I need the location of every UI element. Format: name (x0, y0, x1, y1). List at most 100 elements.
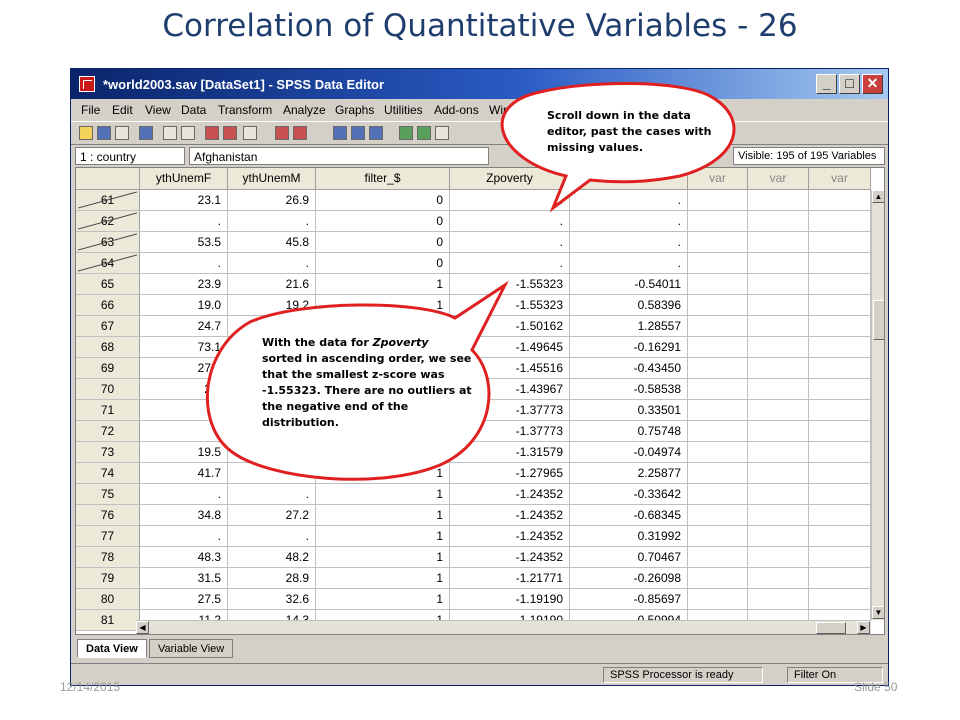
weight-cases-icon[interactable] (351, 126, 365, 140)
data-cell[interactable] (688, 547, 748, 568)
data-cell[interactable] (688, 211, 748, 232)
data-cell[interactable] (748, 211, 809, 232)
data-cell[interactable] (809, 505, 871, 526)
menu-window[interactable]: Window (489, 103, 532, 117)
vertical-scrollbar[interactable]: ▲ ▼ (871, 190, 884, 620)
data-cell[interactable]: -1.50162 (450, 316, 570, 337)
find-icon[interactable] (243, 126, 257, 140)
show-all-icon[interactable] (435, 126, 449, 140)
data-cell[interactable]: . (228, 211, 316, 232)
data-cell[interactable] (688, 337, 748, 358)
row-number[interactable]: 73 (76, 442, 140, 463)
data-cell[interactable] (688, 442, 748, 463)
window-titlebar[interactable]: *world2003.sav [DataSet1] - SPSS Data Ed… (71, 69, 888, 99)
data-cell[interactable]: . (140, 526, 228, 547)
data-cell[interactable]: 27.2 (228, 505, 316, 526)
column-header[interactable]: ythUnemF (140, 168, 228, 190)
undo-icon[interactable] (163, 126, 177, 140)
data-cell[interactable]: . (140, 211, 228, 232)
data-cell[interactable]: 1 (316, 589, 450, 610)
data-cell[interactable]: . (450, 190, 570, 211)
data-cell[interactable]: 53.5 (140, 232, 228, 253)
row-number[interactable]: 79 (76, 568, 140, 589)
row-number[interactable]: 62 (76, 211, 140, 232)
data-cell[interactable]: 1 (316, 568, 450, 589)
data-cell[interactable] (809, 190, 871, 211)
data-cell[interactable] (316, 442, 450, 463)
dialog-recall-icon[interactable] (139, 126, 153, 140)
row-number[interactable]: 69 (76, 358, 140, 379)
data-cell[interactable] (688, 274, 748, 295)
row-number[interactable]: 74 (76, 463, 140, 484)
data-cell[interactable]: 0.31992 (570, 526, 688, 547)
data-cell[interactable] (688, 484, 748, 505)
column-header[interactable]: var (748, 168, 809, 190)
value-labels-icon[interactable] (399, 126, 413, 140)
data-cell[interactable] (140, 400, 228, 421)
data-cell[interactable]: 27.5 (140, 589, 228, 610)
data-cell[interactable] (748, 442, 809, 463)
data-cell[interactable]: -1.24352 (450, 547, 570, 568)
data-cell[interactable] (748, 505, 809, 526)
data-cell[interactable]: 41.7 (140, 463, 228, 484)
row-number[interactable]: 63 (76, 232, 140, 253)
data-cell[interactable] (688, 358, 748, 379)
goto-case-icon[interactable] (205, 126, 219, 140)
data-cell[interactable] (748, 190, 809, 211)
row-number[interactable]: 66 (76, 295, 140, 316)
data-cell[interactable] (228, 316, 316, 337)
data-cell[interactable]: . (570, 232, 688, 253)
row-number[interactable]: 65 (76, 274, 140, 295)
data-cell[interactable] (748, 337, 809, 358)
data-cell[interactable]: 2.25877 (570, 463, 688, 484)
data-cell[interactable] (809, 358, 871, 379)
row-number[interactable]: 72 (76, 421, 140, 442)
redo-icon[interactable] (181, 126, 195, 140)
data-cell[interactable]: 0 (316, 211, 450, 232)
row-number[interactable]: 67 (76, 316, 140, 337)
data-cell[interactable] (688, 379, 748, 400)
data-cell[interactable]: 28.9 (228, 568, 316, 589)
data-cell[interactable]: -1.24352 (450, 505, 570, 526)
data-cell[interactable] (688, 421, 748, 442)
insert-cases-icon[interactable] (275, 126, 289, 140)
data-cell[interactable] (748, 400, 809, 421)
data-cell[interactable]: -0.54011 (570, 274, 688, 295)
data-cell[interactable]: . (228, 526, 316, 547)
data-cell[interactable]: -1.55323 (450, 274, 570, 295)
row-number[interactable]: 70 (76, 379, 140, 400)
menu-analyze[interactable]: Analyze (283, 103, 326, 117)
data-cell[interactable] (748, 316, 809, 337)
use-sets-icon[interactable] (417, 126, 431, 140)
menu-view[interactable]: View (145, 103, 171, 117)
column-header[interactable]: filter_$ (316, 168, 450, 190)
data-cell[interactable] (809, 379, 871, 400)
data-cell[interactable] (809, 400, 871, 421)
data-cell[interactable]: -0.43450 (570, 358, 688, 379)
data-cell[interactable]: 0 (316, 232, 450, 253)
data-cell[interactable] (688, 526, 748, 547)
data-cell[interactable]: 1.28557 (570, 316, 688, 337)
data-cell[interactable]: 32.6 (228, 589, 316, 610)
data-cell[interactable]: 1 (316, 274, 450, 295)
menu-edit[interactable]: Edit (112, 103, 133, 117)
row-number[interactable]: 81 (76, 610, 140, 631)
data-cell[interactable]: -1.27965 (450, 463, 570, 484)
data-cell[interactable] (748, 421, 809, 442)
data-cell[interactable] (748, 232, 809, 253)
data-cell[interactable] (748, 379, 809, 400)
data-cell[interactable] (688, 316, 748, 337)
data-cell[interactable]: . (228, 484, 316, 505)
data-cell[interactable]: 23.1 (140, 190, 228, 211)
data-cell[interactable] (688, 400, 748, 421)
data-cell[interactable]: 1 (316, 526, 450, 547)
data-cell[interactable]: -1.21771 (450, 568, 570, 589)
print-icon[interactable] (115, 126, 129, 140)
data-cell[interactable] (809, 568, 871, 589)
data-cell[interactable]: . (450, 211, 570, 232)
insert-variable-icon[interactable] (293, 126, 307, 140)
data-cell[interactable] (809, 316, 871, 337)
data-cell[interactable]: -0.16291 (570, 337, 688, 358)
data-cell[interactable] (809, 253, 871, 274)
menu-add-ons[interactable]: Add-ons (434, 103, 479, 117)
